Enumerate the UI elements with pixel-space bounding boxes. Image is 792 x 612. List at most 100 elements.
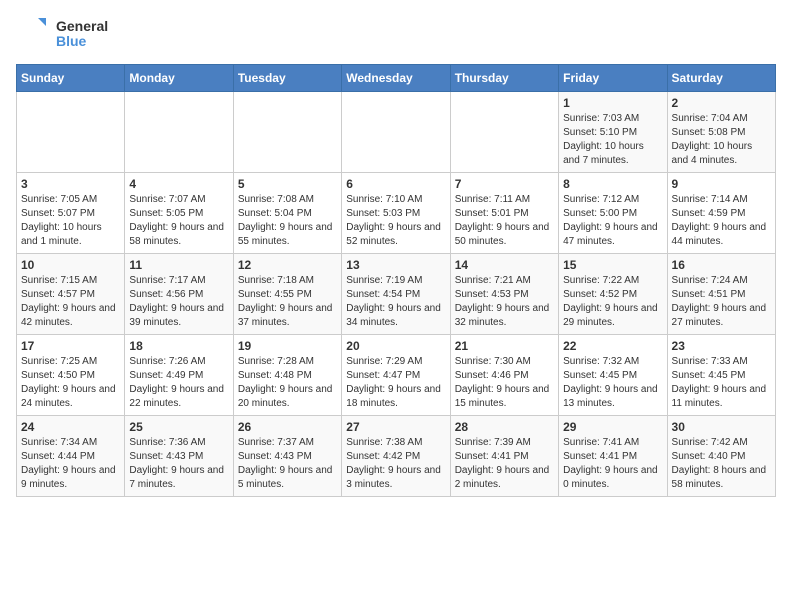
calendar-cell: 30 Sunrise: 7:42 AM Sunset: 4:40 PM Dayli…: [667, 416, 775, 497]
day-number: 27: [346, 420, 445, 434]
calendar-cell: 23Sunrise: 7:33 AM Sunset: 4:45 PM Dayli…: [667, 335, 775, 416]
day-info: Sunrise: 7:36 AM Sunset: 4:43 PM Dayligh…: [129, 436, 228, 492]
day-number: 8: [563, 177, 662, 191]
day-number: 2: [672, 96, 771, 110]
calendar-cell: 29 Sunrise: 7:41 AM Sunset: 4:41 PM Dayli…: [559, 416, 667, 497]
day-info: Sunrise: 7:26 AM Sunset: 4:49 PM Dayligh…: [129, 355, 228, 411]
calendar-cell: [450, 92, 558, 173]
calendar-cell: 22Sunrise: 7:32 AM Sunset: 4:45 PM Dayli…: [559, 335, 667, 416]
day-number: 11: [129, 258, 228, 272]
day-info: Sunrise: 7:08 AM Sunset: 5:04 PM Dayligh…: [238, 193, 337, 249]
calendar-header-row: SundayMondayTuesdayWednesdayThursdayFrid…: [17, 65, 776, 92]
calendar-cell: 3Sunrise: 7:05 AM Sunset: 5:07 PM Daylig…: [17, 173, 125, 254]
day-number: 16: [672, 258, 771, 272]
day-info: Sunrise: 7:37 AM Sunset: 4:43 PM Dayligh…: [238, 436, 337, 492]
calendar-cell: 8 Sunrise: 7:12 AM Sunset: 5:00 PM Daylig…: [559, 173, 667, 254]
calendar-cell: 18Sunrise: 7:26 AM Sunset: 4:49 PM Dayli…: [125, 335, 233, 416]
calendar-body: 1 Sunrise: 7:03 AM Sunset: 5:10 PM Daylig…: [17, 92, 776, 497]
day-number: 9: [672, 177, 771, 191]
calendar-header-friday: Friday: [559, 65, 667, 92]
calendar-week-5: 24Sunrise: 7:34 AM Sunset: 4:44 PM Dayli…: [17, 416, 776, 497]
day-number: 13: [346, 258, 445, 272]
calendar-header-saturday: Saturday: [667, 65, 775, 92]
calendar-cell: [125, 92, 233, 173]
calendar-cell: 13 Sunrise: 7:19 AM Sunset: 4:54 PM Dayli…: [342, 254, 450, 335]
day-info: Sunrise: 7:05 AM Sunset: 5:07 PM Dayligh…: [21, 193, 120, 249]
calendar-header-monday: Monday: [125, 65, 233, 92]
day-number: 20: [346, 339, 445, 353]
day-number: 29: [563, 420, 662, 434]
day-info: Sunrise: 7:24 AM Sunset: 4:51 PM Dayligh…: [672, 274, 771, 330]
day-number: 10: [21, 258, 120, 272]
calendar-cell: 11 Sunrise: 7:17 AM Sunset: 4:56 PM Dayli…: [125, 254, 233, 335]
day-number: 30: [672, 420, 771, 434]
day-number: 19: [238, 339, 337, 353]
calendar-cell: 2 Sunrise: 7:04 AM Sunset: 5:08 PM Daylig…: [667, 92, 775, 173]
day-info: Sunrise: 7:19 AM Sunset: 4:54 PM Dayligh…: [346, 274, 445, 330]
day-info: Sunrise: 7:17 AM Sunset: 4:56 PM Dayligh…: [129, 274, 228, 330]
day-info: Sunrise: 7:22 AM Sunset: 4:52 PM Dayligh…: [563, 274, 662, 330]
day-info: Sunrise: 7:07 AM Sunset: 5:05 PM Dayligh…: [129, 193, 228, 249]
calendar-week-4: 17 Sunrise: 7:25 AM Sunset: 4:50 PM Dayli…: [17, 335, 776, 416]
calendar-cell: 19 Sunrise: 7:28 AM Sunset: 4:48 PM Dayli…: [233, 335, 341, 416]
day-info: Sunrise: 7:15 AM Sunset: 4:57 PM Dayligh…: [21, 274, 120, 330]
calendar-header-wednesday: Wednesday: [342, 65, 450, 92]
calendar-header-thursday: Thursday: [450, 65, 558, 92]
day-info: Sunrise: 7:42 AM Sunset: 4:40 PM Dayligh…: [672, 436, 771, 492]
day-number: 17: [21, 339, 120, 353]
calendar-cell: 17 Sunrise: 7:25 AM Sunset: 4:50 PM Dayli…: [17, 335, 125, 416]
calendar-week-2: 3Sunrise: 7:05 AM Sunset: 5:07 PM Daylig…: [17, 173, 776, 254]
calendar-cell: 10 Sunrise: 7:15 AM Sunset: 4:57 PM Dayli…: [17, 254, 125, 335]
day-number: 4: [129, 177, 228, 191]
calendar-cell: 12Sunrise: 7:18 AM Sunset: 4:55 PM Dayli…: [233, 254, 341, 335]
day-number: 22: [563, 339, 662, 353]
calendar-cell: 5Sunrise: 7:08 AM Sunset: 5:04 PM Daylig…: [233, 173, 341, 254]
day-number: 6: [346, 177, 445, 191]
logo-text: General Blue: [56, 19, 108, 50]
day-number: 25: [129, 420, 228, 434]
logo-blue-text: Blue: [56, 34, 108, 49]
day-info: Sunrise: 7:11 AM Sunset: 5:01 PM Dayligh…: [455, 193, 554, 249]
day-info: Sunrise: 7:21 AM Sunset: 4:53 PM Dayligh…: [455, 274, 554, 330]
day-number: 26: [238, 420, 337, 434]
calendar-cell: 20 Sunrise: 7:29 AM Sunset: 4:47 PM Dayli…: [342, 335, 450, 416]
day-number: 1: [563, 96, 662, 110]
day-info: Sunrise: 7:28 AM Sunset: 4:48 PM Dayligh…: [238, 355, 337, 411]
day-info: Sunrise: 7:33 AM Sunset: 4:45 PM Dayligh…: [672, 355, 771, 411]
calendar-cell: 26 Sunrise: 7:37 AM Sunset: 4:43 PM Dayli…: [233, 416, 341, 497]
day-number: 28: [455, 420, 554, 434]
day-info: Sunrise: 7:03 AM Sunset: 5:10 PM Dayligh…: [563, 112, 662, 168]
logo-general-text: General: [56, 19, 108, 34]
calendar-cell: 9 Sunrise: 7:14 AM Sunset: 4:59 PM Daylig…: [667, 173, 775, 254]
calendar-cell: 27Sunrise: 7:38 AM Sunset: 4:42 PM Dayli…: [342, 416, 450, 497]
day-number: 7: [455, 177, 554, 191]
calendar-cell: 1 Sunrise: 7:03 AM Sunset: 5:10 PM Daylig…: [559, 92, 667, 173]
day-info: Sunrise: 7:14 AM Sunset: 4:59 PM Dayligh…: [672, 193, 771, 249]
calendar-cell: [233, 92, 341, 173]
calendar-cell: 14 Sunrise: 7:21 AM Sunset: 4:53 PM Dayli…: [450, 254, 558, 335]
calendar-cell: 7 Sunrise: 7:11 AM Sunset: 5:01 PM Daylig…: [450, 173, 558, 254]
logo: General Blue: [16, 16, 108, 52]
day-number: 24: [21, 420, 120, 434]
day-number: 15: [563, 258, 662, 272]
day-info: Sunrise: 7:41 AM Sunset: 4:41 PM Dayligh…: [563, 436, 662, 492]
day-info: Sunrise: 7:04 AM Sunset: 5:08 PM Dayligh…: [672, 112, 771, 168]
day-number: 14: [455, 258, 554, 272]
calendar-cell: 6 Sunrise: 7:10 AM Sunset: 5:03 PM Daylig…: [342, 173, 450, 254]
day-number: 12: [238, 258, 337, 272]
calendar-cell: [17, 92, 125, 173]
calendar-cell: 15 Sunrise: 7:22 AM Sunset: 4:52 PM Dayli…: [559, 254, 667, 335]
day-info: Sunrise: 7:39 AM Sunset: 4:41 PM Dayligh…: [455, 436, 554, 492]
day-info: Sunrise: 7:10 AM Sunset: 5:03 PM Dayligh…: [346, 193, 445, 249]
calendar-header-sunday: Sunday: [17, 65, 125, 92]
day-info: Sunrise: 7:25 AM Sunset: 4:50 PM Dayligh…: [21, 355, 120, 411]
header: General Blue: [16, 16, 776, 52]
day-info: Sunrise: 7:12 AM Sunset: 5:00 PM Dayligh…: [563, 193, 662, 249]
calendar-cell: 16 Sunrise: 7:24 AM Sunset: 4:51 PM Dayli…: [667, 254, 775, 335]
calendar-week-1: 1 Sunrise: 7:03 AM Sunset: 5:10 PM Daylig…: [17, 92, 776, 173]
day-info: Sunrise: 7:29 AM Sunset: 4:47 PM Dayligh…: [346, 355, 445, 411]
calendar-cell: 25 Sunrise: 7:36 AM Sunset: 4:43 PM Dayli…: [125, 416, 233, 497]
day-info: Sunrise: 7:30 AM Sunset: 4:46 PM Dayligh…: [455, 355, 554, 411]
calendar-header-tuesday: Tuesday: [233, 65, 341, 92]
calendar-cell: 4 Sunrise: 7:07 AM Sunset: 5:05 PM Daylig…: [125, 173, 233, 254]
